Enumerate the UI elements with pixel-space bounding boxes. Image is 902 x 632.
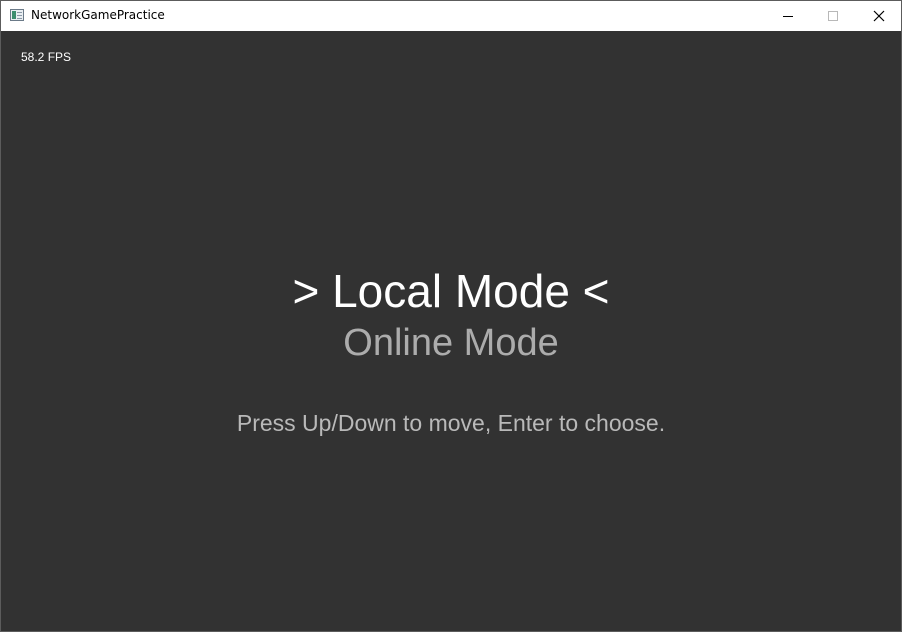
fps-counter: 58.2 FPS	[21, 50, 72, 64]
close-button[interactable]	[856, 1, 901, 31]
app-window: NetworkGamePractice 58.2 FPS > Local Mod…	[0, 0, 902, 632]
menu-option-online-mode[interactable]: Online Mode	[1, 321, 901, 365]
game-viewport[interactable]: 58.2 FPS > Local Mode < Online Mode Pres…	[1, 31, 901, 631]
title-bar[interactable]: NetworkGamePractice	[1, 1, 901, 31]
minimize-button[interactable]	[765, 1, 811, 31]
close-icon	[873, 10, 885, 22]
window-title: NetworkGamePractice	[31, 8, 165, 22]
controls-hint: Press Up/Down to move, Enter to choose.	[236, 410, 666, 436]
app-window-icon	[10, 9, 24, 21]
maximize-button[interactable]	[811, 1, 857, 31]
menu-option-local-mode[interactable]: > Local Mode <	[1, 264, 901, 318]
